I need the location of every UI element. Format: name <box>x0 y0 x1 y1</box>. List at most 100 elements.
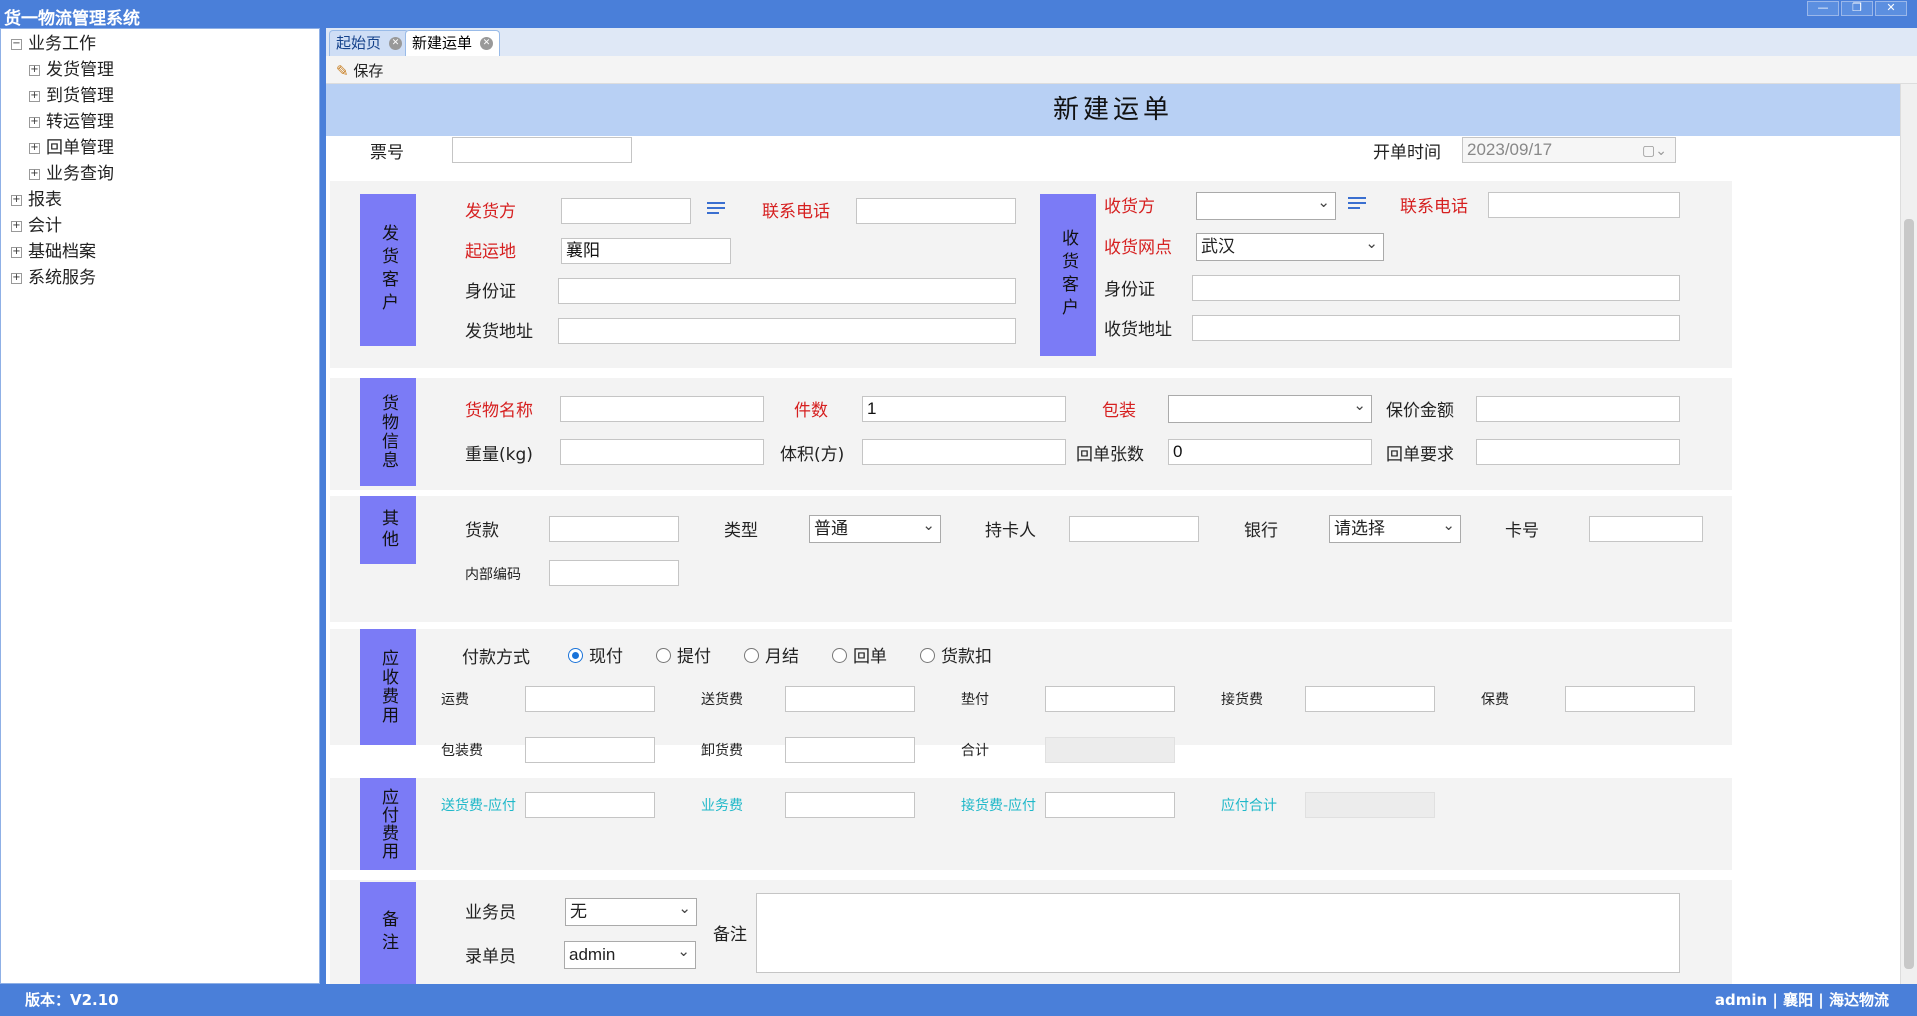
consignee-select[interactable] <box>1196 190 1336 220</box>
page-title: 新建运单 <box>326 84 1900 136</box>
delivery-pay-input[interactable] <box>525 792 655 818</box>
scrollbar-thumb[interactable] <box>1904 219 1914 969</box>
tree-node-arrival[interactable]: + 到货管理 <box>29 84 114 108</box>
ticket-input[interactable] <box>452 137 632 163</box>
pickup-pay-input[interactable] <box>1045 792 1175 818</box>
salesman-select[interactable]: 无 <box>565 896 697 926</box>
freight-input[interactable] <box>525 686 655 712</box>
open-time-label: 开单时间 <box>1373 143 1441 163</box>
radio-receipt[interactable]: 回单 <box>832 646 887 668</box>
open-time-input[interactable]: 2023/09/17 ▢⌄ <box>1462 137 1676 163</box>
tab-home[interactable]: 起始页 ✕ <box>329 30 410 56</box>
tab-new-waybill[interactable]: 新建运单 ✕ <box>405 30 501 56</box>
receiver-id-input[interactable] <box>1192 275 1680 301</box>
expand-icon[interactable]: + <box>11 246 22 258</box>
receivable-total-input <box>1045 737 1175 763</box>
vertical-scrollbar[interactable] <box>1900 84 1917 984</box>
navigation-tree: − 业务工作 + 发货管理 + 到货管理 + 转运管理 + 回单管理 + 业务查询 + 报表 … <box>0 28 320 984</box>
insurance-input[interactable] <box>1565 686 1695 712</box>
advance-input[interactable] <box>1045 686 1175 712</box>
pickup-pay-label: 接货费-应付 <box>961 798 1037 814</box>
sender-phone-input[interactable] <box>856 198 1016 224</box>
calendar-icon[interactable]: ▢⌄ <box>1642 138 1667 162</box>
packing-fee-input[interactable] <box>525 737 655 763</box>
outlet-select[interactable]: 武汉 <box>1196 231 1384 261</box>
origin-label: 起运地 <box>465 242 516 262</box>
unload-fee-input[interactable] <box>785 737 915 763</box>
pickup-fee-label: 接货费 <box>1221 692 1263 708</box>
type-label: 类型 <box>724 521 758 541</box>
count-input[interactable]: 1 <box>862 396 1066 422</box>
restore-button[interactable]: ❐ <box>1841 1 1873 16</box>
receipt-req-input[interactable] <box>1476 439 1680 465</box>
close-tab-icon[interactable]: ✕ <box>480 37 494 50</box>
freight-label: 运费 <box>441 692 469 708</box>
sender-address-input[interactable] <box>558 318 1016 344</box>
close-tab-icon[interactable]: ✕ <box>389 37 403 50</box>
clerk-select[interactable]: admin <box>564 939 696 969</box>
goods-section-label: 货物信息 <box>360 378 416 486</box>
tree-node-accounting[interactable]: + 会计 <box>11 214 62 238</box>
expand-icon[interactable]: + <box>29 116 40 128</box>
tree-node-transfer[interactable]: + 转运管理 <box>29 110 114 134</box>
radio-monthly[interactable]: 月结 <box>744 646 799 668</box>
tree-node-shipping[interactable]: + 发货管理 <box>29 58 114 82</box>
radio-checked-icon <box>568 647 583 663</box>
collapse-icon[interactable]: − <box>11 38 22 50</box>
expand-icon[interactable]: + <box>29 64 40 76</box>
tree-node-archives[interactable]: + 基础档案 <box>11 240 96 264</box>
volume-input[interactable] <box>862 439 1066 465</box>
weight-input[interactable] <box>560 439 764 465</box>
remark-textarea[interactable] <box>756 893 1680 973</box>
goods-section <box>330 378 1732 490</box>
insured-input[interactable] <box>1476 396 1680 422</box>
tree-node-receipt[interactable]: + 回单管理 <box>29 136 114 160</box>
expand-icon[interactable]: + <box>11 272 22 284</box>
card-input[interactable] <box>1589 516 1703 542</box>
list-icon[interactable] <box>707 202 725 218</box>
minimize-button[interactable]: — <box>1807 1 1839 16</box>
main-content: ✎ 保存 新建运单 票号 开单时间 2023/09/17 ▢⌄ 发货客户 发货方 … <box>326 56 1917 984</box>
internal-code-input[interactable] <box>549 560 679 586</box>
bank-select[interactable]: 请选择 <box>1329 513 1461 543</box>
expand-icon[interactable]: + <box>11 194 22 206</box>
receipts-input[interactable]: 0 <box>1168 439 1372 465</box>
pickup-fee-input[interactable] <box>1305 686 1435 712</box>
radio-cash[interactable]: 现付 <box>568 646 623 668</box>
tree-node-system[interactable]: + 系统服务 <box>11 266 96 290</box>
tree-node-reports[interactable]: + 报表 <box>11 188 62 212</box>
list-icon[interactable] <box>1348 197 1366 213</box>
user-info-text: admin | 襄阳 | 海达物流 <box>1714 991 1889 1009</box>
consignee-label: 收货方 <box>1104 197 1155 217</box>
tree-node-query[interactable]: + 业务查询 <box>29 162 114 186</box>
expand-icon[interactable]: + <box>29 90 40 102</box>
radio-deduct[interactable]: 货款扣 <box>920 646 992 668</box>
radio-pickup[interactable]: 提付 <box>656 646 711 668</box>
close-button[interactable]: ✕ <box>1875 1 1907 16</box>
sender-address-label: 发货地址 <box>465 322 533 342</box>
tree-node-business[interactable]: − 业务工作 <box>11 32 96 56</box>
receiver-phone-input[interactable] <box>1488 192 1680 218</box>
origin-input[interactable]: 襄阳 <box>561 238 731 264</box>
tab-bar: 起始页 ✕ 新建运单 ✕ <box>326 28 1917 56</box>
insured-label: 保价金额 <box>1386 401 1454 421</box>
sender-id-input[interactable] <box>558 278 1016 304</box>
expand-icon[interactable]: + <box>29 168 40 180</box>
save-button[interactable]: ✎ 保存 <box>336 60 383 81</box>
payment-input[interactable] <box>549 516 679 542</box>
expand-icon[interactable]: + <box>11 220 22 232</box>
type-select[interactable]: 普通 <box>809 513 941 543</box>
pencil-icon: ✎ <box>336 62 349 80</box>
shipper-label: 发货方 <box>465 202 516 222</box>
radio-icon <box>920 647 935 663</box>
goods-name-input[interactable] <box>560 396 764 422</box>
other-section-label: 其他 <box>360 496 416 564</box>
delivery-fee-input[interactable] <box>785 686 915 712</box>
shipper-input[interactable] <box>561 198 691 224</box>
salesman-label: 业务员 <box>465 903 516 923</box>
holder-input[interactable] <box>1069 516 1199 542</box>
pack-select[interactable] <box>1168 393 1372 423</box>
receiver-address-input[interactable] <box>1192 315 1680 341</box>
expand-icon[interactable]: + <box>29 142 40 154</box>
business-fee-input[interactable] <box>785 792 915 818</box>
